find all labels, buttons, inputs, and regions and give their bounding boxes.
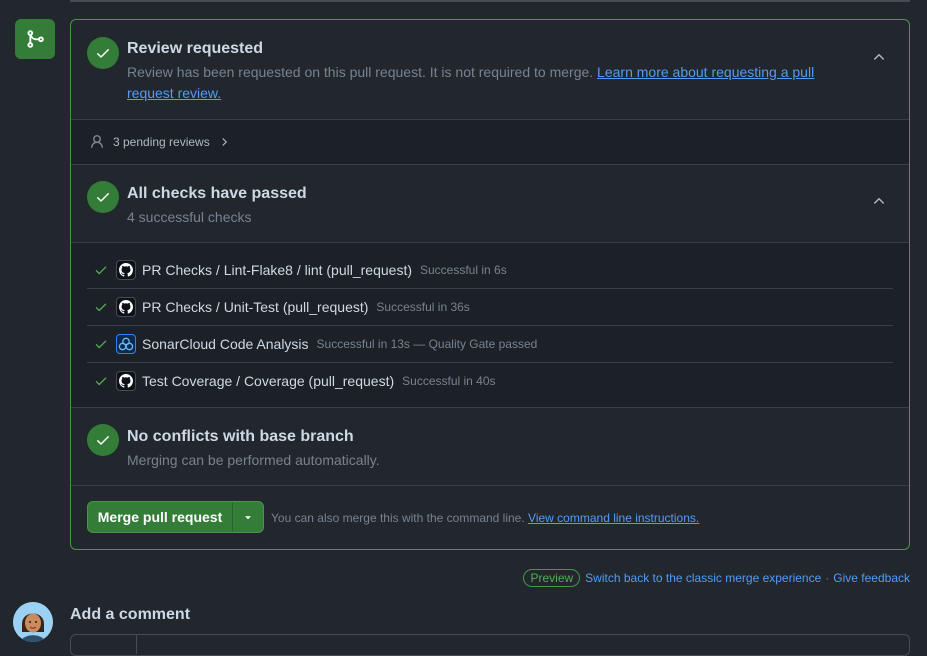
check-status: Successful in 6s xyxy=(420,262,507,277)
check-icon xyxy=(94,263,110,277)
pending-reviews[interactable]: 3 pending reviews xyxy=(89,120,230,164)
timeline-divider xyxy=(70,0,910,2)
checks-title: All checks have passed xyxy=(127,185,307,202)
check-status: Successful in 36s xyxy=(376,299,470,314)
person-icon xyxy=(91,135,103,149)
review-title: Review requested xyxy=(127,40,264,57)
switch-classic-link[interactable]: Switch back to the classic merge experie… xyxy=(585,571,821,585)
check-item[interactable]: SonarCloud Code Analysis Successful in 1… xyxy=(87,325,893,363)
conflicts-title: No conflicts with base branch xyxy=(127,428,354,445)
add-comment-heading: Add a comment xyxy=(70,606,191,623)
github-icon xyxy=(116,370,136,391)
conflicts-description: Merging can be performed automatically. xyxy=(127,452,380,468)
github-icon xyxy=(116,296,136,317)
check-name: Test Coverage / Coverage (pull_request) xyxy=(142,372,395,389)
pending-reviews-row[interactable]: 3 pending reviews xyxy=(71,119,909,164)
avatar[interactable] xyxy=(13,602,53,642)
checks-section: All checks have passed 4 successful chec… xyxy=(71,164,909,242)
conflicts-section: No conflicts with base branch Merging ca… xyxy=(71,407,909,485)
triangle-down-icon xyxy=(245,516,251,520)
check-icon xyxy=(94,300,110,314)
merge-pull-request-button[interactable]: Merge pull request xyxy=(88,502,232,532)
merge-button-group: Merge pull request xyxy=(87,501,264,533)
git-merge-icon xyxy=(15,19,55,59)
checks-list: PR Checks / Lint-Flake8 / lint (pull_req… xyxy=(71,242,909,407)
chevron-up-icon[interactable] xyxy=(871,49,887,65)
check-status: Successful in 13s — Quality Gate passed xyxy=(316,336,538,351)
chevron-right-icon xyxy=(222,138,227,146)
pending-reviews-label: 3 pending reviews xyxy=(113,135,210,149)
sonarcloud-icon xyxy=(116,333,136,354)
check-circle-icon xyxy=(87,37,119,69)
check-item[interactable]: Test Coverage / Coverage (pull_request) … xyxy=(87,362,893,399)
give-feedback-link[interactable]: Give feedback xyxy=(833,571,910,585)
preview-label: Preview xyxy=(523,569,581,587)
check-icon xyxy=(94,337,110,351)
merge-command-line-note: You can also merge this with the command… xyxy=(271,511,700,525)
chevron-up-icon[interactable] xyxy=(871,193,887,209)
check-name: PR Checks / Lint-Flake8 / lint (pull_req… xyxy=(142,261,412,278)
review-section: Review requested Review has been request… xyxy=(71,20,909,119)
review-description: Review has been requested on this pull r… xyxy=(127,64,815,101)
check-icon xyxy=(94,374,110,388)
check-item[interactable]: PR Checks / Unit-Test (pull_request) Suc… xyxy=(87,288,893,326)
check-name: SonarCloud Code Analysis xyxy=(142,335,309,352)
comment-write-tab[interactable] xyxy=(70,634,137,654)
merge-options-dropdown[interactable] xyxy=(232,502,263,532)
check-name: PR Checks / Unit-Test (pull_request) xyxy=(142,298,369,315)
merge-box: Review requested Review has been request… xyxy=(70,19,910,550)
github-icon xyxy=(116,259,136,280)
check-status: Successful in 40s xyxy=(402,373,496,388)
check-item[interactable]: PR Checks / Lint-Flake8 / lint (pull_req… xyxy=(87,251,893,289)
command-line-instructions-link[interactable]: View command line instructions. xyxy=(528,511,699,525)
check-circle-icon xyxy=(87,181,119,213)
comment-editor[interactable] xyxy=(70,634,910,656)
separator-dot: · xyxy=(825,571,830,585)
checks-summary: 4 successful checks xyxy=(127,209,252,225)
merge-experience-footer: Preview Switch back to the classic merge… xyxy=(523,569,910,587)
check-circle-icon xyxy=(87,424,119,456)
